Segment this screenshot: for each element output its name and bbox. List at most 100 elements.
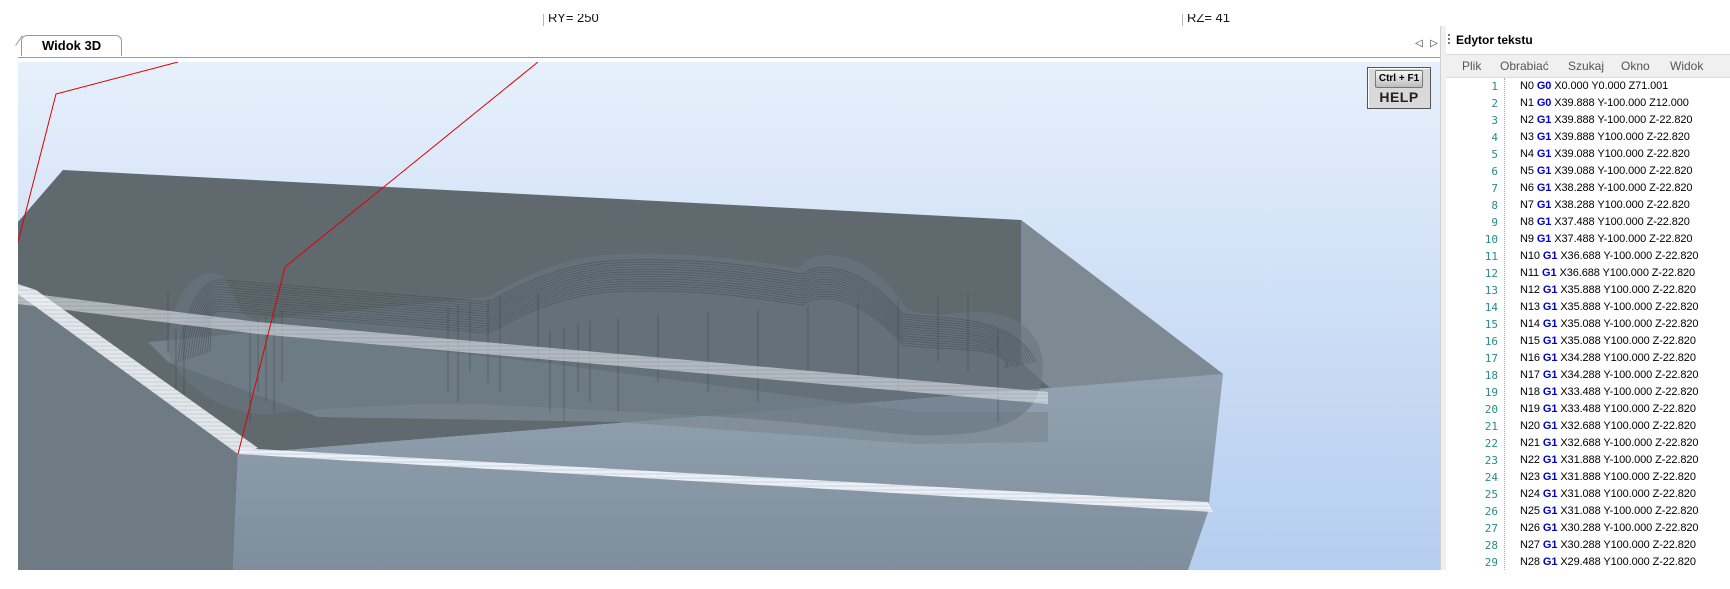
gcode-block-number: N10	[1520, 250, 1540, 262]
code-line[interactable]: 28 N27 G1 X30.288 Y100.000 Z-22.820	[1446, 537, 1730, 554]
code-line[interactable]: 9 N8 G1 X37.488 Y100.000 Z-22.820	[1446, 214, 1730, 231]
menu-widok[interactable]: Widok	[1670, 55, 1703, 77]
view-tab-strip: Widok 3D ◁ ▷	[18, 33, 1443, 58]
gcode-block-number: N2	[1520, 114, 1534, 126]
gcode-coordinates: X31.888 Y-100.000 Z-22.820	[1560, 454, 1699, 466]
menu-plik[interactable]: Plik	[1462, 55, 1481, 77]
line-number: 2	[1491, 97, 1498, 110]
code-line[interactable]: 20 N19 G1 X33.488 Y100.000 Z-22.820	[1446, 401, 1730, 418]
code-line[interactable]: 29 N28 G1 X29.488 Y100.000 Z-22.820	[1446, 554, 1730, 570]
code-line[interactable]: 5 N4 G1 X39.088 Y100.000 Z-22.820	[1446, 146, 1730, 163]
code-line[interactable]: 19 N18 G1 X33.488 Y-100.000 Z-22.820	[1446, 384, 1730, 401]
gcode-coordinates: X36.688 Y-100.000 Z-22.820	[1560, 250, 1699, 262]
code-line[interactable]: 26 N25 G1 X31.088 Y-100.000 Z-22.820	[1446, 503, 1730, 520]
gcode-command: G0	[1536, 80, 1552, 92]
gcode-text: N2 G1 X39.888 Y-100.000 Z-22.820	[1520, 112, 1692, 129]
code-line[interactable]: 23 N22 G1 X31.888 Y-100.000 Z-22.820	[1446, 452, 1730, 469]
code-line[interactable]: 21 N20 G1 X32.688 Y100.000 Z-22.820	[1446, 418, 1730, 435]
gcode-block-number: N0	[1520, 80, 1534, 92]
gcode-block-number: N13	[1520, 301, 1540, 313]
gcode-text: N22 G1 X31.888 Y-100.000 Z-22.820	[1520, 452, 1698, 469]
line-number: 26	[1484, 505, 1498, 518]
code-line[interactable]: 10 N9 G1 X37.488 Y-100.000 Z-22.820	[1446, 231, 1730, 248]
gcode-text: N28 G1 X29.488 Y100.000 Z-22.820	[1520, 554, 1696, 570]
code-line[interactable]: 27 N26 G1 X30.288 Y-100.000 Z-22.820	[1446, 520, 1730, 537]
line-number: 20	[1484, 403, 1498, 416]
code-line[interactable]: 15 N14 G1 X35.088 Y-100.000 Z-22.820	[1446, 316, 1730, 333]
editor-title-bar: Edytor tekstu	[1446, 30, 1730, 50]
gcode-text: N17 G1 X34.288 Y-100.000 Z-22.820	[1520, 367, 1698, 384]
gcode-text: N7 G1 X38.288 Y100.000 Z-22.820	[1520, 197, 1690, 214]
code-line[interactable]: 14 N13 G1 X35.888 Y-100.000 Z-22.820	[1446, 299, 1730, 316]
gcode-text: N12 G1 X35.888 Y100.000 Z-22.820	[1520, 282, 1696, 299]
gcode-block-number: N28	[1520, 556, 1540, 568]
menu-okno[interactable]: Okno	[1621, 55, 1650, 77]
code-line[interactable]: 16 N15 G1 X35.088 Y100.000 Z-22.820	[1446, 333, 1730, 350]
gcode-text: N1 G0 X39.888 Y-100.000 Z12.000	[1520, 95, 1689, 112]
code-line[interactable]: 3 N2 G1 X39.888 Y-100.000 Z-22.820	[1446, 112, 1730, 129]
gcode-command: G1	[1536, 114, 1552, 126]
help-label: HELP	[1379, 89, 1419, 105]
menu-obrabiac[interactable]: Obrabiać	[1500, 55, 1549, 77]
gcode-text: N15 G1 X35.088 Y100.000 Z-22.820	[1520, 333, 1696, 350]
menu-szukaj[interactable]: Szukaj	[1568, 55, 1604, 77]
tab-widok-3d[interactable]: Widok 3D	[21, 35, 123, 56]
gcode-command: G1	[1542, 403, 1558, 415]
gcode-block-number: N20	[1520, 420, 1540, 432]
rz-readout: RZ= 41	[1187, 14, 1230, 25]
gcode-block-number: N14	[1520, 318, 1540, 330]
drag-grip-icon[interactable]	[1448, 34, 1450, 46]
tab-scroll-right-icon[interactable]: ▷	[1427, 37, 1441, 51]
code-line[interactable]: 11 N10 G1 X36.688 Y-100.000 Z-22.820	[1446, 248, 1730, 265]
code-line[interactable]: 13 N12 G1 X35.888 Y100.000 Z-22.820	[1446, 282, 1730, 299]
gcode-command: G1	[1536, 216, 1552, 228]
gcode-coordinates: X39.888 Y-100.000 Z12.000	[1554, 97, 1689, 109]
line-number: 24	[1484, 471, 1498, 484]
tab-scroll-left-icon[interactable]: ◁	[1412, 37, 1426, 51]
gcode-block-number: N9	[1520, 233, 1534, 245]
gcode-command: G1	[1542, 539, 1558, 551]
line-number: 17	[1484, 352, 1498, 365]
gcode-text: N24 G1 X31.088 Y100.000 Z-22.820	[1520, 486, 1696, 503]
gcode-command: G1	[1542, 471, 1558, 483]
line-number: 12	[1484, 267, 1498, 280]
line-number: 15	[1484, 318, 1498, 331]
code-line[interactable]: 24 N23 G1 X31.888 Y100.000 Z-22.820	[1446, 469, 1730, 486]
code-line[interactable]: 4 N3 G1 X39.888 Y100.000 Z-22.820	[1446, 129, 1730, 146]
gcode-block-number: N21	[1520, 437, 1540, 449]
gcode-block-number: N3	[1520, 131, 1534, 143]
code-line[interactable]: 22 N21 G1 X32.688 Y-100.000 Z-22.820	[1446, 435, 1730, 452]
gcode-command: G1	[1542, 454, 1558, 466]
gcode-text: N23 G1 X31.888 Y100.000 Z-22.820	[1520, 469, 1696, 486]
gcode-command: G1	[1536, 131, 1552, 143]
gcode-command: G1	[1542, 335, 1558, 347]
gcode-block-number: N17	[1520, 369, 1540, 381]
code-line[interactable]: 12 N11 G1 X36.688 Y100.000 Z-22.820	[1446, 265, 1730, 282]
line-number: 28	[1484, 539, 1498, 552]
line-number: 27	[1484, 522, 1498, 535]
gcode-block-number: N12	[1520, 284, 1540, 296]
code-line[interactable]: 6 N5 G1 X39.088 Y-100.000 Z-22.820	[1446, 163, 1730, 180]
gcode-command: G1	[1536, 165, 1552, 177]
gcode-block-number: N18	[1520, 386, 1540, 398]
gcode-text-area[interactable]: 1 N0 G0 X0.000 Y0.000 Z71.001 2 N1 G0 X39.8…	[1446, 78, 1730, 570]
line-number: 3	[1491, 114, 1498, 127]
code-line[interactable]: 1 N0 G0 X0.000 Y0.000 Z71.001	[1446, 78, 1730, 95]
code-line[interactable]: 17 N16 G1 X34.288 Y100.000 Z-22.820	[1446, 350, 1730, 367]
3d-viewport[interactable]: Ctrl + F1 HELP	[18, 62, 1440, 570]
line-number: 8	[1491, 199, 1498, 212]
gcode-command: G1	[1536, 182, 1552, 194]
code-line[interactable]: 18 N17 G1 X34.288 Y-100.000 Z-22.820	[1446, 367, 1730, 384]
code-line[interactable]: 25 N24 G1 X31.088 Y100.000 Z-22.820	[1446, 486, 1730, 503]
gcode-command: G1	[1542, 420, 1558, 432]
gcode-block-number: N15	[1520, 335, 1540, 347]
line-number: 11	[1484, 250, 1498, 263]
line-number: 18	[1484, 369, 1498, 382]
coord-separator	[1182, 14, 1183, 26]
gcode-coordinates: X32.688 Y-100.000 Z-22.820	[1560, 437, 1699, 449]
help-button[interactable]: Ctrl + F1 HELP	[1367, 67, 1431, 109]
gcode-coordinates: X38.288 Y-100.000 Z-22.820	[1554, 182, 1693, 194]
code-line[interactable]: 8 N7 G1 X38.288 Y100.000 Z-22.820	[1446, 197, 1730, 214]
code-line[interactable]: 2 N1 G0 X39.888 Y-100.000 Z12.000	[1446, 95, 1730, 112]
code-line[interactable]: 7 N6 G1 X38.288 Y-100.000 Z-22.820	[1446, 180, 1730, 197]
